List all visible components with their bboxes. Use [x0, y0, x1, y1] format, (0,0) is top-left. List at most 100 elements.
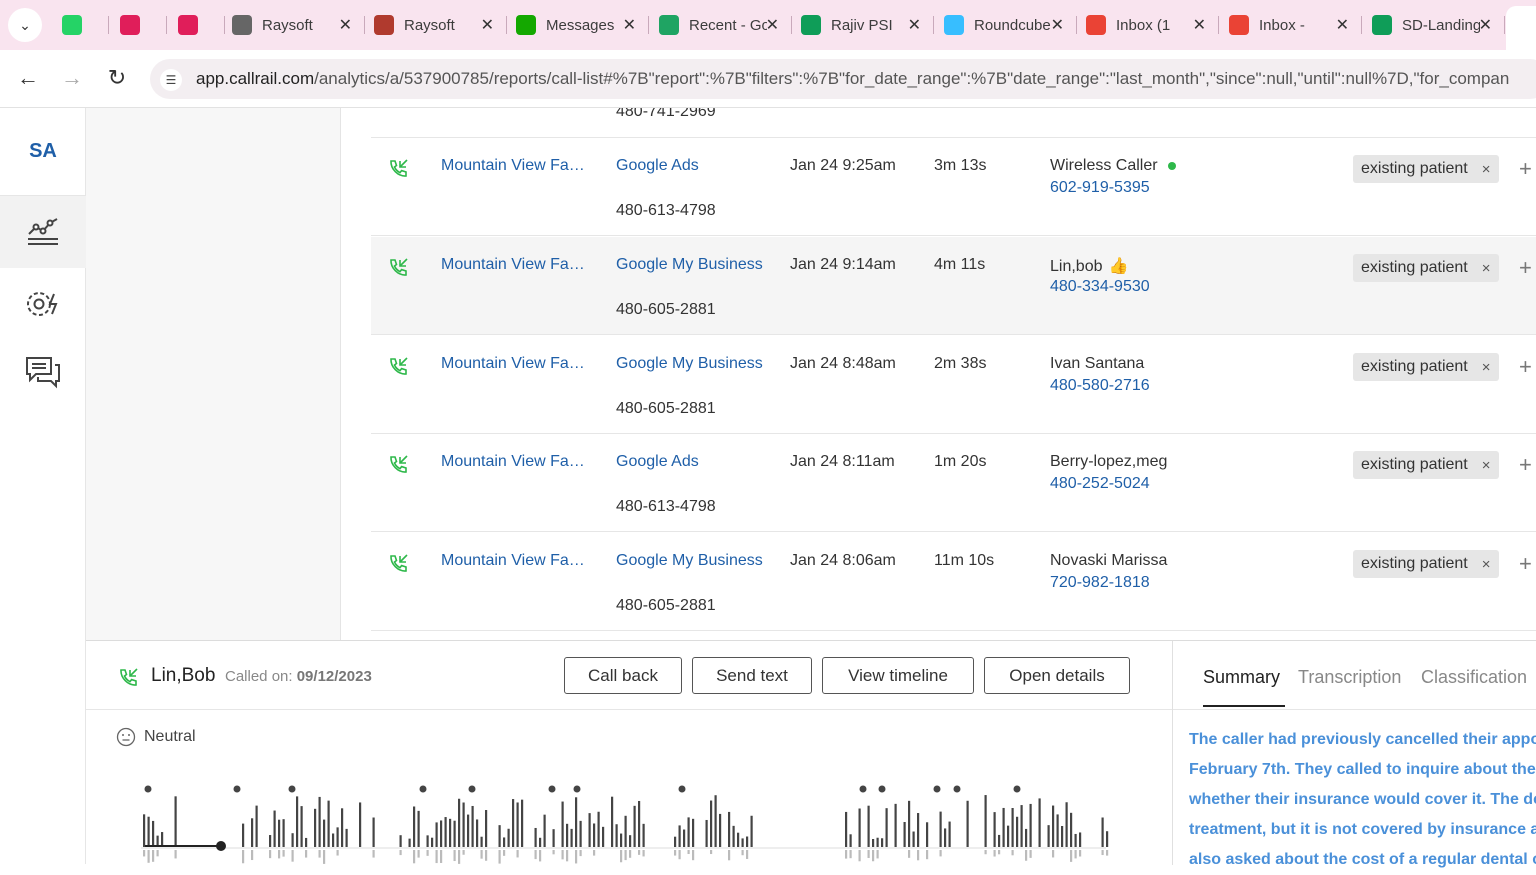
tab-summary[interactable]: Summary [1203, 667, 1280, 688]
browser-tab[interactable]: Roundcube ✕ [944, 10, 1064, 40]
url-field[interactable]: app.callrail.com/analytics/a/537900785/r… [150, 59, 1536, 99]
waveform-bar [1101, 817, 1104, 847]
back-arrow-icon[interactable]: ← [14, 65, 42, 91]
caller-phone-link[interactable]: 480-334-9530 [1050, 278, 1150, 296]
add-tag-icon[interactable]: + [1519, 354, 1532, 380]
browser-tab[interactable] [178, 10, 208, 40]
browser-tab[interactable]: Messages ✕ [516, 10, 636, 40]
waveform-marker[interactable] [468, 785, 476, 793]
company-link[interactable]: Mountain View Fa… [441, 256, 585, 274]
waveform-marker[interactable] [419, 785, 427, 793]
browser-tab[interactable]: Recent - Google Drive✕ [659, 10, 779, 40]
waveform-bar [476, 819, 479, 847]
reload-icon[interactable]: ↻ [103, 65, 131, 91]
source-link[interactable]: Google My Business [616, 552, 763, 570]
waveform-marker[interactable] [878, 785, 886, 793]
waveform-bar [372, 850, 375, 858]
close-tab-icon[interactable]: ✕ [766, 15, 779, 35]
waveform-marker[interactable] [678, 785, 686, 793]
active-tab[interactable] [1506, 6, 1536, 50]
waveform-bar [435, 850, 438, 864]
open-details-button[interactable]: Open details [984, 657, 1130, 694]
remove-tag-icon[interactable]: × [1482, 260, 1491, 277]
caller-phone-link[interactable]: 720-982-1818 [1050, 574, 1150, 592]
close-tab-icon[interactable]: ✕ [481, 15, 494, 35]
tab-separator [108, 16, 109, 34]
send-text-button[interactable]: Send text [692, 657, 812, 694]
source-link[interactable]: Google My Business [616, 355, 763, 373]
playhead-handle[interactable] [216, 841, 226, 851]
browser-tab[interactable]: SD-Landing ✕ [1372, 10, 1492, 40]
waveform-bar [566, 823, 569, 847]
account-logo[interactable]: SA [0, 108, 86, 196]
waveform-marker[interactable] [1013, 785, 1021, 793]
browser-tab[interactable]: Raysoft ✕ [374, 10, 494, 40]
table-row[interactable]: Mountain View Fa… Google My Business 480-6… [371, 237, 1536, 335]
waveform-marker[interactable] [933, 785, 941, 793]
waveform-marker[interactable] [859, 785, 867, 793]
table-row[interactable]: Mountain View Fa… Google Ads 480-613-4798 J… [371, 138, 1536, 236]
tab-search-chevron-icon[interactable]: ⌄ [8, 8, 42, 42]
sidebar-item-analytics[interactable] [0, 196, 86, 268]
company-link[interactable]: Mountain View Fa… [441, 355, 585, 373]
tab-transcription[interactable]: Transcription [1298, 667, 1401, 688]
browser-tab-label: Raysoft [404, 16, 455, 34]
waveform-marker[interactable] [573, 785, 581, 793]
browser-tab[interactable]: Inbox (1 ✕ [1086, 10, 1206, 40]
remove-tag-icon[interactable]: × [1482, 161, 1491, 178]
close-tab-icon[interactable]: ✕ [1051, 15, 1064, 35]
company-link[interactable]: Mountain View Fa… [441, 552, 585, 570]
close-tab-icon[interactable]: ✕ [908, 15, 921, 35]
add-tag-icon[interactable]: + [1519, 156, 1532, 182]
table-row[interactable]: Mountain View Fa… Google My Business 480-6… [371, 336, 1536, 434]
forward-arrow-icon[interactable]: → [58, 65, 86, 91]
company-link[interactable]: Mountain View Fa… [441, 453, 585, 471]
google-sheets-icon [1372, 15, 1392, 35]
caller-phone-link[interactable]: 602-919-5395 [1050, 179, 1150, 197]
close-tab-icon[interactable]: ✕ [1479, 15, 1492, 35]
browser-tab[interactable]: Rajiv PSI ✕ [801, 10, 921, 40]
close-tab-icon[interactable]: ✕ [1193, 15, 1206, 35]
waveform-marker[interactable] [953, 785, 961, 793]
source-link[interactable]: Google My Business [616, 256, 763, 274]
remove-tag-icon[interactable]: × [1482, 457, 1491, 474]
caller-phone-link[interactable]: 480-580-2716 [1050, 377, 1150, 395]
waveform-marker[interactable] [233, 785, 241, 793]
tab-classification[interactable]: Classification [1421, 667, 1527, 688]
close-tab-icon[interactable]: ✕ [623, 15, 636, 35]
waveform-bar [327, 800, 330, 847]
sidebar-item-settings[interactable] [0, 268, 86, 340]
slack-icon [120, 15, 140, 35]
browser-tab[interactable]: Inbox - ✕ [1229, 10, 1349, 40]
close-tab-icon[interactable]: ✕ [1336, 15, 1349, 35]
waveform-bar [1052, 805, 1055, 847]
browser-tab[interactable]: Raysoft ✕ [232, 10, 352, 40]
add-tag-icon[interactable]: + [1519, 452, 1532, 478]
waveform-marker[interactable] [548, 785, 556, 793]
browser-tab[interactable] [120, 10, 150, 40]
waveform-marker[interactable] [288, 785, 296, 793]
add-tag-icon[interactable]: + [1519, 551, 1532, 577]
company-link[interactable]: Mountain View Fa… [441, 157, 585, 175]
browser-tab[interactable] [62, 10, 92, 40]
waveform-marker[interactable] [144, 785, 152, 793]
partial-tracking-number: 480-741-2969 [616, 108, 716, 120]
remove-tag-icon[interactable]: × [1482, 359, 1491, 376]
add-tag-icon[interactable]: + [1519, 255, 1532, 281]
view-timeline-button[interactable]: View timeline [822, 657, 974, 694]
call-back-button[interactable]: Call back [564, 657, 682, 694]
close-tab-icon[interactable]: ✕ [339, 15, 352, 35]
source-link[interactable]: Google Ads [616, 453, 699, 471]
waveform-bar [444, 817, 447, 847]
call-audio-waveform[interactable] [141, 776, 1171, 865]
table-row[interactable]: Mountain View Fa… Google Ads 480-613-4798 J… [371, 434, 1536, 532]
site-info-icon[interactable]: ☰ [160, 69, 182, 91]
remove-tag-icon[interactable]: × [1482, 556, 1491, 573]
sidebar-item-messages[interactable] [0, 336, 86, 408]
table-row[interactable]: Mountain View Fa… Google My Business 480-6… [371, 533, 1536, 631]
waveform-bar [638, 850, 641, 855]
waveform-bar [242, 823, 245, 847]
caller-phone-link[interactable]: 480-252-5024 [1050, 475, 1150, 493]
url-host: app.callrail.com [196, 69, 315, 88]
source-link[interactable]: Google Ads [616, 157, 699, 175]
